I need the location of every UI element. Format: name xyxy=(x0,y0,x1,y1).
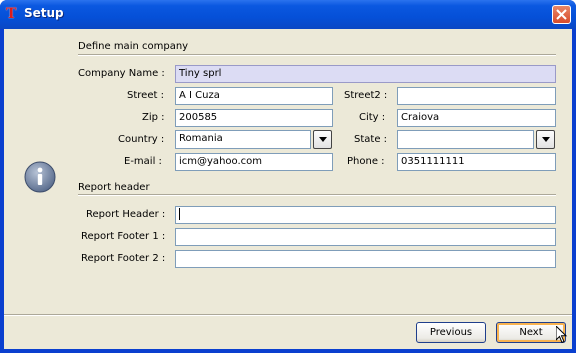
phone-value: 0351111111 xyxy=(401,156,465,167)
report-footer2-field[interactable] xyxy=(175,250,556,268)
email-field[interactable]: icm@yahoo.com xyxy=(175,153,333,171)
street-field[interactable]: A I Cuza xyxy=(175,87,333,105)
text-cursor xyxy=(179,208,180,220)
report-header-label: Report Header : xyxy=(86,209,166,220)
company-name-value: Tiny sprl xyxy=(179,68,222,79)
state-label: State : xyxy=(354,134,388,145)
setup-window: T Setup Define main company Company Name… xyxy=(0,0,576,353)
city-field[interactable]: Craiova xyxy=(397,109,556,127)
report-footer1-field[interactable] xyxy=(175,228,556,246)
company-section-divider xyxy=(78,54,556,56)
window-title: Setup xyxy=(24,6,64,20)
report-footer1-label: Report Footer 1 : xyxy=(81,231,166,242)
email-label: E-mail : xyxy=(124,156,162,167)
zip-field[interactable]: 200585 xyxy=(175,109,333,127)
close-button[interactable] xyxy=(552,5,571,24)
company-name-field[interactable]: Tiny sprl xyxy=(175,65,556,83)
button-area-divider xyxy=(4,314,572,316)
report-section-divider xyxy=(78,194,556,196)
report-footer2-label: Report Footer 2 : xyxy=(81,253,166,264)
info-icon xyxy=(24,161,56,193)
chevron-down-icon xyxy=(319,137,327,142)
state-select[interactable] xyxy=(397,130,534,149)
report-section-label: Report header xyxy=(78,182,150,193)
phone-field[interactable]: 0351111111 xyxy=(397,153,556,171)
company-section-label: Define main company xyxy=(78,41,189,52)
country-label: Country : xyxy=(118,134,165,145)
zip-value: 200585 xyxy=(179,112,218,123)
app-icon: T xyxy=(6,6,17,22)
phone-label: Phone : xyxy=(347,156,385,167)
city-value: Craiova xyxy=(401,112,440,123)
title-bar[interactable]: T Setup xyxy=(0,0,576,29)
previous-button[interactable]: Previous xyxy=(416,322,486,343)
country-select[interactable]: Romania xyxy=(175,130,311,149)
close-icon xyxy=(556,9,567,20)
city-label: City : xyxy=(359,112,386,123)
state-dropdown-button[interactable] xyxy=(536,130,555,149)
street-value: A I Cuza xyxy=(179,90,220,101)
email-value: icm@yahoo.com xyxy=(179,156,262,167)
dialog-body: Define main company Company Name : Tiny … xyxy=(4,29,572,349)
country-value: Romania xyxy=(179,133,223,144)
street-label: Street : xyxy=(127,90,164,101)
country-dropdown-button[interactable] xyxy=(313,130,332,149)
mouse-pointer-icon xyxy=(556,326,568,344)
chevron-down-icon xyxy=(542,137,550,142)
company-name-label: Company Name : xyxy=(78,68,165,79)
street2-field[interactable] xyxy=(397,87,556,105)
zip-label: Zip : xyxy=(142,112,165,123)
report-header-field[interactable] xyxy=(175,206,556,224)
street2-label: Street2 : xyxy=(344,90,388,101)
